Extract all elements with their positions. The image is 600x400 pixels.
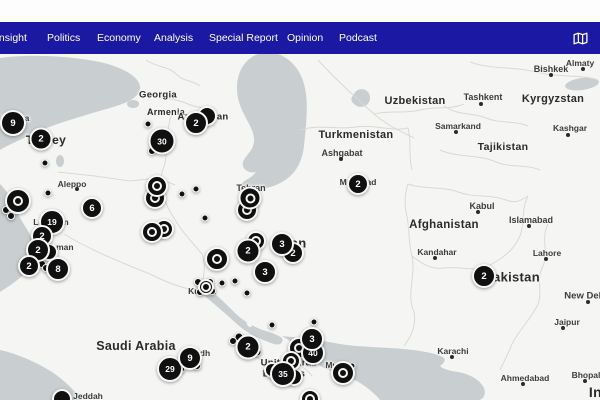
cluster-marker-9[interactable]: 9 [178,346,202,370]
cluster-marker-6[interactable]: 6 [81,197,103,219]
app-window: Insight Politics Economy Analysis Special Re… [0,0,600,400]
city-dot [339,157,343,161]
cluster-marker-2[interactable]: 2 [347,173,369,195]
event-marker-icon[interactable] [146,175,168,197]
map-icon[interactable] [572,30,589,47]
cluster-marker-9[interactable]: 9 [0,110,26,136]
event-marker-dot[interactable] [44,189,52,197]
event-marker-icon[interactable] [5,188,31,214]
nav-item-opinion[interactable]: Opinion [287,22,323,54]
event-marker-dot[interactable] [268,321,276,329]
event-marker-dot[interactable] [310,318,318,326]
city-label-jeddah: Jeddah [73,391,103,400]
nav-item-special-report[interactable]: Special Report [209,22,278,54]
event-marker-icon[interactable] [331,361,355,385]
nav-item-politics[interactable]: Politics [47,22,80,54]
city-dot [454,130,458,134]
country-label-india: India [588,384,600,400]
qatar-peninsula [246,311,254,327]
cluster-marker-2[interactable]: 2 [184,111,208,135]
city-label-aleppo: Aleppo [57,179,87,189]
city-dot [549,73,553,77]
country-label-uzbekistan: Uzbekistan [384,95,446,107]
lake-tuz [56,155,64,167]
cluster-marker-8[interactable]: 8 [46,257,70,281]
caspian-sea [237,54,307,190]
country-label-georgia: Georgia [139,89,177,101]
nav-item-insight[interactable]: Insight [0,22,27,54]
cluster-marker-2[interactable]: 2 [472,264,496,288]
city-label-kashgar: Kashgar [552,123,588,133]
city-dot [561,326,565,330]
city-dot [586,300,590,304]
event-marker-dot[interactable] [41,159,49,167]
cluster-marker-3[interactable]: 3 [253,260,277,284]
city-dot [75,187,79,191]
city-label-kabul: Kabul [469,201,495,211]
main-nav: Insight Politics Economy Analysis Special Re… [0,22,600,54]
black-sea [0,55,141,151]
event-marker-icon[interactable] [141,221,163,243]
event-marker-dot[interactable] [218,279,226,287]
cluster-marker-30[interactable]: 30 [148,127,176,155]
cluster-marker-2[interactable]: 2 [18,255,40,277]
event-marker-icon[interactable] [238,186,262,210]
issyk-kul-lake [565,77,599,91]
event-marker-icon[interactable] [198,279,214,295]
city-dot [521,382,525,386]
cluster-marker-2[interactable]: 2 [235,334,261,360]
cluster-marker-3[interactable]: 3 [270,232,294,256]
city-dot [581,67,585,71]
city-label-samarkand: Samarkand [435,121,481,131]
event-marker-dot[interactable] [201,214,209,222]
nav-item-podcast[interactable]: Podcast [339,22,377,54]
event-marker-dot[interactable] [192,185,200,193]
cluster-marker-35[interactable]: 35 [270,361,296,387]
city-dot [450,355,454,359]
event-marker-dot[interactable] [178,190,186,198]
city-label-ahmedabad: Ahmedabad [500,373,550,383]
event-marker-dot[interactable] [243,289,251,297]
city-dot [566,133,570,137]
city-label-islamabad: Islamabad [508,215,554,225]
country-label-afghanistan: Afghanistan [409,219,479,231]
city-dot [583,379,587,383]
event-marker-icon[interactable] [205,247,229,271]
lake-sevan [127,100,139,108]
city-dot [527,224,531,228]
city-label-almaty: Almaty [565,58,595,68]
city-dot [479,102,483,106]
country-label-tajikistan: Tajikistan [477,141,529,153]
city-dot [544,257,548,261]
page-top-strip [0,0,600,22]
aral-sea [351,89,370,107]
city-label-tashkent: Tashkent [463,92,503,102]
cluster-marker-3[interactable]: 3 [300,327,324,351]
country-label-turkmenistan: Turkmenistan [318,129,394,141]
city-label-jaipur: Jaipur [554,317,580,327]
city-dot [433,256,437,260]
event-marker-dot[interactable] [231,277,239,285]
city-dot [476,210,480,214]
country-label-saudi-arabia: Saudi Arabia [96,339,176,353]
cluster-marker-2[interactable]: 2 [235,238,261,264]
nav-item-analysis[interactable]: Analysis [154,22,193,54]
country-label-kyrgyzstan: Kyrgyzstan [521,93,585,105]
city-label-new-delhi: New Delhi [564,290,600,302]
cluster-marker-2[interactable]: 2 [29,127,53,151]
map-canvas[interactable]: GeorgiaArmeniaAzerbaijanTurkeyTurkmenist… [0,54,600,400]
event-marker-dot[interactable] [144,120,152,128]
nav-item-economy[interactable]: Economy [97,22,141,54]
city-label-kandahar: Kandahar [417,247,457,257]
